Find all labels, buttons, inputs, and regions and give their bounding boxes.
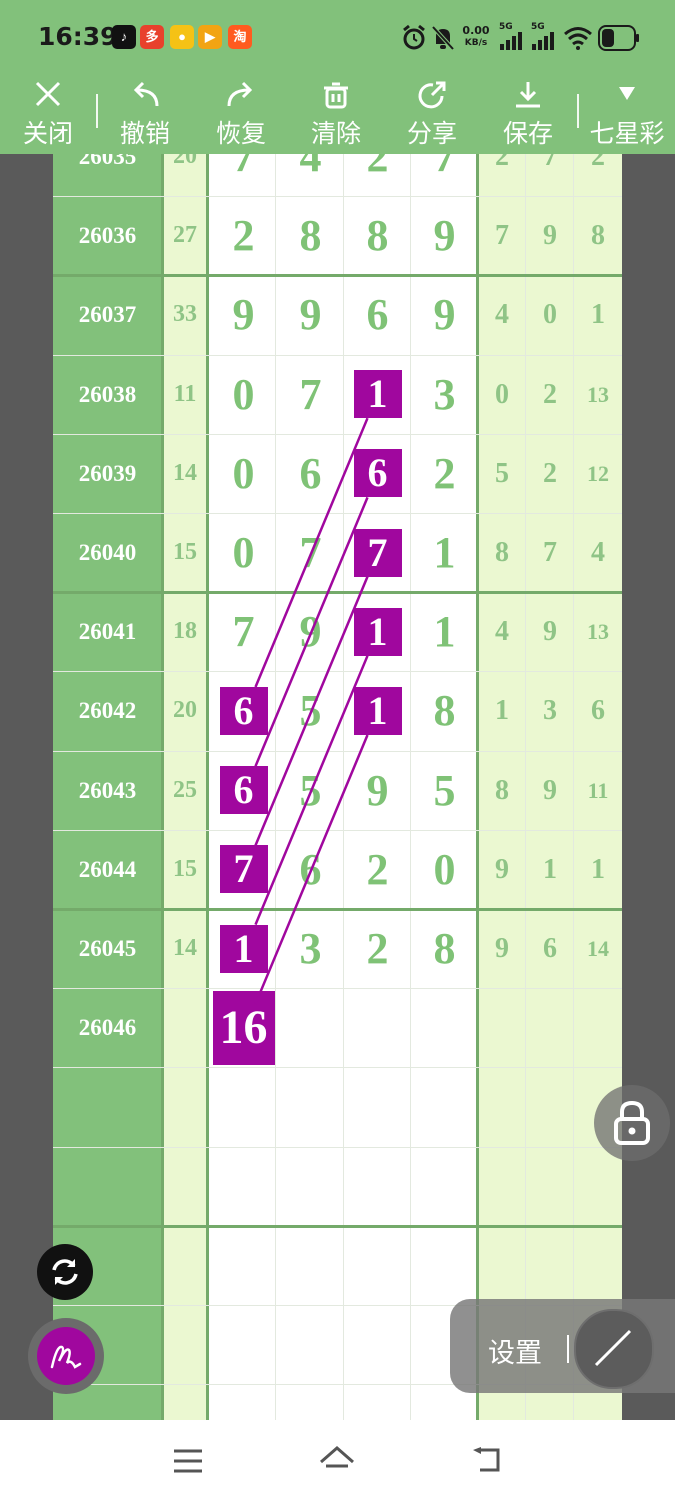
coin-app-icon: ●: [170, 25, 194, 49]
pen-button-fill: [37, 1327, 95, 1385]
triangle-down-icon: [619, 87, 635, 100]
back-icon[interactable]: [470, 1446, 504, 1476]
toolbar-divider: [96, 94, 98, 128]
rotate-icon: [52, 1259, 78, 1285]
share-label: 分享: [406, 119, 457, 148]
close-icon: [35, 81, 61, 107]
net-speed-unit: KB/s: [464, 38, 488, 48]
rotate-button[interactable]: [37, 1244, 93, 1300]
download-icon: [516, 82, 540, 108]
settings-panel: 设置: [450, 1299, 675, 1393]
save-button[interactable]: 保存: [486, 78, 570, 154]
lottery-label: 七星彩: [589, 119, 665, 148]
signal-icon: [500, 32, 522, 50]
line-tool-icon: [594, 1329, 632, 1367]
trend-line: [254, 734, 369, 1005]
video-app-icon: ▶: [198, 25, 222, 49]
settings-divider: [567, 1335, 569, 1363]
undo-button[interactable]: 撤销: [103, 78, 187, 154]
share-icon: [418, 81, 446, 109]
trend-lines: [254, 417, 369, 1005]
close-label: 关闭: [22, 119, 73, 148]
redo-label: 恢复: [215, 119, 266, 148]
lock-button[interactable]: [594, 1085, 670, 1161]
battery-icon: [598, 25, 639, 51]
redo-button[interactable]: 恢复: [199, 78, 283, 154]
save-label: 保存: [502, 119, 553, 148]
lock-icon: [614, 1100, 650, 1145]
alarm-icon: [403, 24, 425, 50]
settings-button[interactable]: 设置: [488, 1331, 542, 1370]
undo-label: 撤销: [119, 119, 170, 148]
clear-label: 清除: [310, 119, 361, 148]
tiktok-app-icon: ♪: [112, 25, 136, 49]
network-speed: 0.00 KB/s: [460, 24, 492, 52]
close-button[interactable]: 关闭: [6, 78, 90, 154]
redo-icon: [227, 81, 253, 107]
clear-button[interactable]: 清除: [294, 78, 378, 154]
trend-line: [254, 417, 369, 688]
lottery-select-button[interactable]: 七星彩: [584, 78, 670, 154]
pinduoduo-app-icon: 多: [140, 25, 164, 49]
trend-line: [254, 576, 369, 846]
share-button[interactable]: 分享: [390, 78, 474, 154]
trend-line: [254, 496, 369, 767]
trend-line: [254, 655, 369, 926]
status-bar: 16:39 ♪ 多 ● ▶ 淘 0.00 KB/s 5G 5G: [0, 0, 675, 78]
home-icon[interactable]: [318, 1444, 356, 1476]
wifi-icon: [564, 27, 592, 50]
trash-icon: [324, 82, 348, 109]
signal-icon: [532, 32, 554, 50]
mute-bell-icon: [431, 25, 455, 51]
line-tool-button[interactable]: [574, 1309, 654, 1389]
menu-icon[interactable]: [172, 1448, 204, 1474]
toolbar: 关闭 撤销 恢复 清除 分享 保存 七星彩: [0, 78, 675, 154]
toolbar-divider: [577, 94, 579, 128]
status-time: 16:39: [38, 22, 118, 51]
navigation-bar: [0, 1420, 675, 1500]
undo-icon: [133, 81, 159, 107]
pen-button[interactable]: [28, 1318, 104, 1394]
pen-icon: [50, 1345, 82, 1369]
taobao-app-icon: 淘: [228, 25, 252, 49]
net-speed-value: 0.00: [462, 24, 490, 37]
trend-chart[interactable]: 26035 20 7 4 2 7 2 7 2 26036 27 2 8 8 9 7 9 8 26037 33 9 9 6 9 4…: [53, 154, 622, 1420]
